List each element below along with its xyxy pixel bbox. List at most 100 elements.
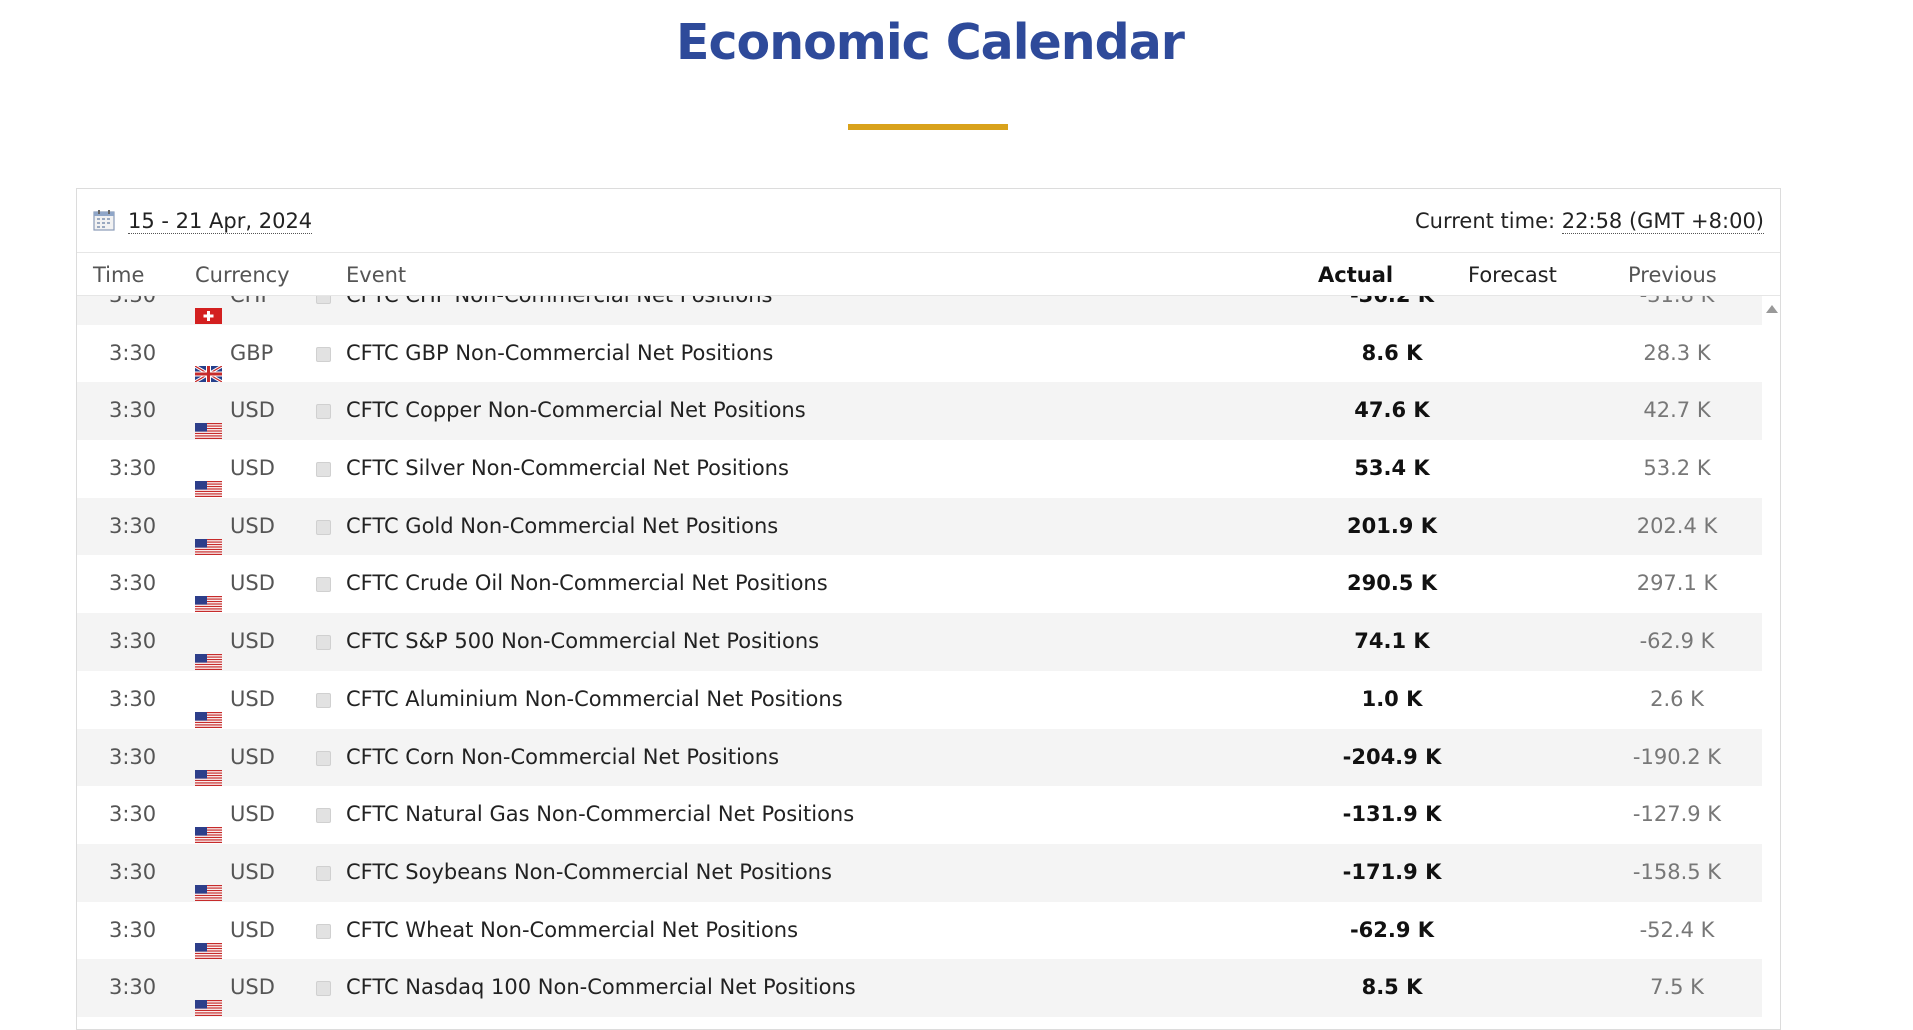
timezone-selector[interactable]: 22:58 (GMT +8:00) <box>1561 209 1764 234</box>
event-name[interactable]: CFTC Crude Oil Non-Commercial Net Positi… <box>346 555 828 613</box>
event-select-checkbox[interactable] <box>316 981 331 997</box>
event-time: 3:30 <box>109 295 157 307</box>
event-select-checkbox[interactable] <box>316 692 331 708</box>
table-row[interactable]: 3:30 USD CFTC Nasdaq 100 Non-Commercial Ne… <box>77 959 1762 1017</box>
event-previous: 202.4 K <box>1636 513 1718 538</box>
event-name[interactable]: CFTC Corn Non-Commercial Net Positions <box>346 729 779 787</box>
event-actual: 74.1 K <box>1354 629 1430 654</box>
title-underline <box>848 124 1008 130</box>
event-select-checkbox[interactable] <box>316 462 331 478</box>
current-time-label: Current time: <box>1415 209 1556 233</box>
event-name[interactable]: CFTC Aluminium Non-Commercial Net Positi… <box>346 671 843 729</box>
event-previous: 297.1 K <box>1636 571 1718 596</box>
event-name[interactable]: CFTC GBP Non-Commercial Net Positions <box>346 325 773 383</box>
event-select-checkbox[interactable] <box>316 404 331 420</box>
column-header-actual: Actual <box>1318 263 1394 287</box>
us-flag-icon <box>195 808 222 844</box>
events-table-body: 3:30 CHF CFTC CHF Non-Commercial Net Posit… <box>77 295 1762 1029</box>
event-actual: -171.9 K <box>1342 859 1442 884</box>
table-scrollbar[interactable] <box>1763 295 1780 1029</box>
us-flag-icon <box>195 866 222 901</box>
event-previous: 28.3 K <box>1643 340 1711 365</box>
event-actual: 8.6 K <box>1361 340 1423 365</box>
table-row[interactable]: 3:30 CHF CFTC CHF Non-Commercial Net Posit… <box>77 295 1762 325</box>
event-actual: -204.9 K <box>1342 744 1442 769</box>
table-row[interactable]: 3:30 USD CFTC Corn Non-Commercial Net Posi… <box>77 728 1762 787</box>
event-select-checkbox[interactable] <box>316 519 331 535</box>
event-currency: USD <box>230 917 275 942</box>
event-actual: 47.6 K <box>1354 398 1430 423</box>
event-previous: -62.9 K <box>1639 629 1715 654</box>
event-time: 3:30 <box>109 917 157 942</box>
table-row[interactable]: 3:30 USD CFTC Soybeans Non-Commercial Net … <box>77 843 1762 902</box>
event-name[interactable]: CFTC Copper Non-Commercial Net Positions <box>346 382 806 440</box>
event-currency: GBP <box>230 340 274 365</box>
event-time: 3:30 <box>109 398 157 423</box>
event-name[interactable]: CFTC CHF Non-Commercial Net Positions <box>346 295 772 325</box>
event-select-checkbox[interactable] <box>316 635 331 651</box>
ch-flag-icon <box>195 295 222 324</box>
event-name[interactable]: CFTC Gold Non-Commercial Net Positions <box>346 498 778 556</box>
us-flag-icon <box>195 693 222 728</box>
event-actual: 8.5 K <box>1361 975 1423 1000</box>
scroll-up-arrow-icon[interactable] <box>1766 305 1778 313</box>
event-previous: 7.5 K <box>1650 975 1704 1000</box>
event-time: 3:30 <box>109 686 157 711</box>
us-flag-icon <box>195 462 222 498</box>
column-header-forecast: Forecast <box>1468 263 1557 287</box>
event-time: 3:30 <box>109 802 157 827</box>
event-time: 3:30 <box>109 744 157 769</box>
event-select-checkbox[interactable] <box>316 750 331 766</box>
event-currency: USD <box>230 802 275 827</box>
event-time: 3:30 <box>109 340 157 365</box>
table-row[interactable]: 3:30 USD CFTC Aluminium Non-Commercial Net… <box>77 671 1762 729</box>
event-name[interactable]: CFTC S&P 500 Non-Commercial Net Position… <box>346 613 819 671</box>
date-range-picker[interactable]: 15 - 21 Apr, 2024 <box>128 209 313 234</box>
event-previous: 53.2 K <box>1643 456 1711 481</box>
event-currency: USD <box>230 571 275 596</box>
us-flag-icon <box>195 751 222 786</box>
event-previous: 2.6 K <box>1650 686 1704 711</box>
page-title: Economic Calendar <box>676 14 1185 71</box>
event-currency: USD <box>230 975 275 1000</box>
table-row[interactable]: 3:30 USD CFTC Crude Oil Non-Commercial Net… <box>77 555 1762 613</box>
table-row[interactable]: 3:30 USD CFTC Copper Non-Commercial Net Po… <box>77 382 1762 441</box>
event-select-checkbox[interactable] <box>316 577 331 593</box>
event-currency: USD <box>230 859 275 884</box>
event-actual: -36.2 K <box>1349 295 1435 307</box>
calendar-panel: 15 - 21 Apr, 2024 Current time: 22:58 (G… <box>76 188 1781 1030</box>
column-header-event: Event <box>346 263 407 287</box>
event-name[interactable]: CFTC Nasdaq 100 Non-Commercial Net Posit… <box>346 959 856 1017</box>
event-name[interactable]: CFTC Natural Gas Non-Commercial Net Posi… <box>346 786 854 844</box>
event-name[interactable]: CFTC Soybeans Non-Commercial Net Positio… <box>346 844 832 902</box>
event-actual: 290.5 K <box>1346 571 1437 596</box>
events-list: 3:30 CHF CFTC CHF Non-Commercial Net Posit… <box>77 295 1762 1017</box>
us-flag-icon <box>195 635 222 671</box>
event-select-checkbox[interactable] <box>316 346 331 362</box>
table-row[interactable]: 3:30 USD CFTC S&P 500 Non-Commercial Net P… <box>77 613 1762 671</box>
event-currency: USD <box>230 744 275 769</box>
event-name[interactable]: CFTC Silver Non-Commercial Net Positions <box>346 440 789 498</box>
event-select-checkbox[interactable] <box>316 865 331 881</box>
event-select-checkbox[interactable] <box>316 295 331 304</box>
table-row[interactable]: 3:30 USD CFTC Wheat Non-Commercial Net Pos… <box>77 902 1762 960</box>
table-row[interactable]: 3:30 GBP CFTC GBP Non-Commercial Net Posit… <box>77 325 1762 384</box>
us-flag-icon <box>195 924 222 959</box>
calendar-toolbar: 15 - 21 Apr, 2024 Current time: 22:58 (G… <box>77 189 1780 253</box>
table-row[interactable]: 3:30 USD CFTC Silver Non-Commercial Net Po… <box>77 440 1762 498</box>
event-select-checkbox[interactable] <box>316 808 331 824</box>
table-row[interactable]: 3:30 USD CFTC Gold Non-Commercial Net Posi… <box>77 497 1762 556</box>
event-currency: USD <box>230 629 275 654</box>
calendar-icon[interactable] <box>93 209 115 231</box>
event-actual: -131.9 K <box>1342 802 1442 827</box>
column-header-currency: Currency <box>195 263 290 287</box>
event-currency: USD <box>230 513 275 538</box>
table-row[interactable]: 3:30 USD CFTC Natural Gas Non-Commercial N… <box>77 786 1762 844</box>
event-name[interactable]: CFTC Wheat Non-Commercial Net Positions <box>346 902 798 960</box>
event-select-checkbox[interactable] <box>316 923 331 939</box>
event-previous: -127.9 K <box>1632 802 1722 827</box>
event-actual: 53.4 K <box>1354 456 1430 481</box>
event-actual: -62.9 K <box>1349 917 1435 942</box>
gb-flag-icon <box>194 347 223 384</box>
event-actual: 201.9 K <box>1346 513 1437 538</box>
